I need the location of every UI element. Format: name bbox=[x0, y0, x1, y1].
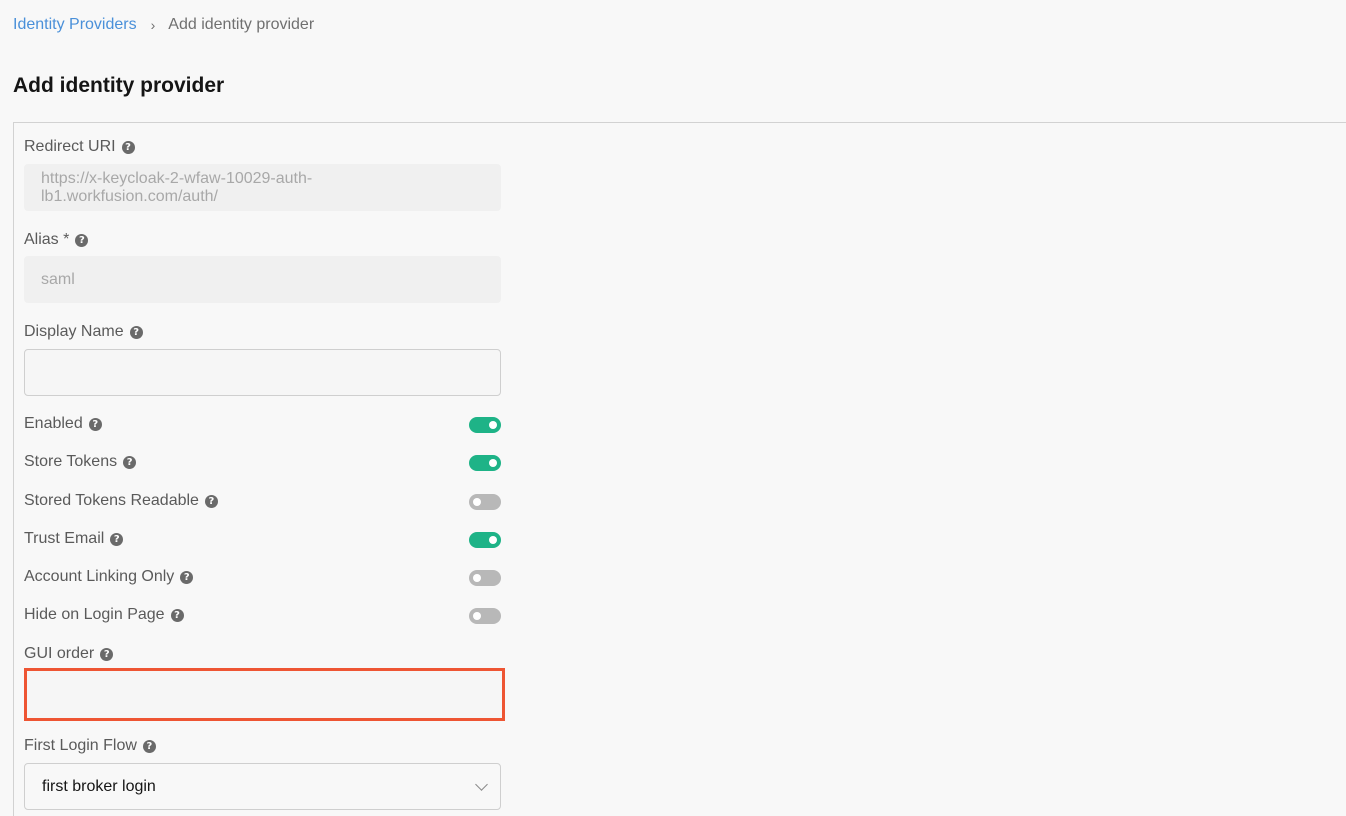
first-login-flow-label-text: First Login Flow bbox=[24, 737, 137, 754]
help-icon[interactable]: ? bbox=[123, 455, 137, 469]
store-tokens-label: Store Tokens ? bbox=[24, 452, 137, 472]
first-login-flow-label: First Login Flow ? bbox=[24, 736, 156, 756]
alias-value: saml bbox=[41, 270, 75, 288]
redirect-uri-label-text: Redirect URI bbox=[24, 138, 116, 155]
breadcrumb: Identity Providers › Add identity provid… bbox=[13, 15, 314, 35]
redirect-uri-value: https://x-keycloak-2-wfaw-10029-auth-lb1… bbox=[41, 169, 313, 205]
toggle-knob bbox=[489, 536, 497, 544]
toggle-knob bbox=[473, 574, 481, 582]
help-icon[interactable]: ? bbox=[204, 494, 218, 508]
enabled-label-text: Enabled bbox=[24, 415, 83, 432]
trust-email-label-text: Trust Email bbox=[24, 530, 105, 547]
enabled-toggle[interactable] bbox=[469, 417, 501, 433]
page-title: Add identity provider bbox=[13, 74, 225, 97]
alias-label-text: Alias * bbox=[24, 231, 70, 248]
first-login-flow-select[interactable]: first broker login bbox=[24, 763, 501, 810]
redirect-uri-field[interactable]: https://x-keycloak-2-wfaw-10029-auth-lb1… bbox=[24, 164, 501, 211]
alias-label: Alias * ? bbox=[24, 230, 89, 250]
gui-order-input[interactable] bbox=[24, 668, 505, 721]
toggle-knob bbox=[489, 459, 497, 467]
hide-on-login-page-label-text: Hide on Login Page bbox=[24, 606, 165, 623]
trust-email-toggle[interactable] bbox=[469, 532, 501, 548]
breadcrumb-separator: › bbox=[150, 17, 156, 33]
stored-tokens-readable-label-text: Stored Tokens Readable bbox=[24, 492, 199, 509]
gui-order-label-text: GUI order bbox=[24, 645, 95, 662]
help-icon[interactable]: ? bbox=[75, 233, 89, 247]
breadcrumb-identity-providers-link[interactable]: Identity Providers bbox=[13, 16, 137, 34]
breadcrumb-current: Add identity provider bbox=[168, 16, 315, 33]
toggle-knob bbox=[473, 612, 481, 620]
alias-field[interactable]: saml bbox=[24, 256, 501, 303]
redirect-uri-label: Redirect URI ? bbox=[24, 137, 135, 157]
help-icon[interactable]: ? bbox=[170, 608, 184, 622]
help-icon[interactable]: ? bbox=[88, 417, 102, 431]
page: Identity Providers › Add identity provid… bbox=[0, 0, 1346, 816]
display-name-label-text: Display Name bbox=[24, 323, 124, 340]
chevron-down-icon bbox=[475, 778, 488, 791]
display-name-label: Display Name ? bbox=[24, 322, 143, 342]
store-tokens-label-text: Store Tokens bbox=[24, 453, 118, 470]
help-icon[interactable]: ? bbox=[129, 325, 143, 339]
toggle-knob bbox=[473, 498, 481, 506]
hide-on-login-page-toggle[interactable] bbox=[469, 608, 501, 624]
account-linking-only-toggle[interactable] bbox=[469, 570, 501, 586]
help-icon[interactable]: ? bbox=[100, 647, 114, 661]
stored-tokens-readable-toggle[interactable] bbox=[469, 494, 501, 510]
account-linking-only-label-text: Account Linking Only bbox=[24, 568, 175, 585]
gui-order-label: GUI order ? bbox=[24, 644, 114, 664]
help-icon[interactable]: ? bbox=[180, 570, 194, 584]
toggle-knob bbox=[489, 421, 497, 429]
trust-email-label: Trust Email ? bbox=[24, 529, 124, 549]
store-tokens-toggle[interactable] bbox=[469, 455, 501, 471]
account-linking-only-label: Account Linking Only ? bbox=[24, 567, 194, 587]
stored-tokens-readable-label: Stored Tokens Readable ? bbox=[24, 491, 218, 511]
help-icon[interactable]: ? bbox=[110, 532, 124, 546]
display-name-input[interactable] bbox=[24, 349, 501, 396]
hide-on-login-page-label: Hide on Login Page ? bbox=[24, 605, 184, 625]
help-icon[interactable]: ? bbox=[142, 739, 156, 753]
enabled-label: Enabled ? bbox=[24, 414, 102, 434]
first-login-flow-selected: first broker login bbox=[42, 777, 156, 795]
help-icon[interactable]: ? bbox=[121, 140, 135, 154]
